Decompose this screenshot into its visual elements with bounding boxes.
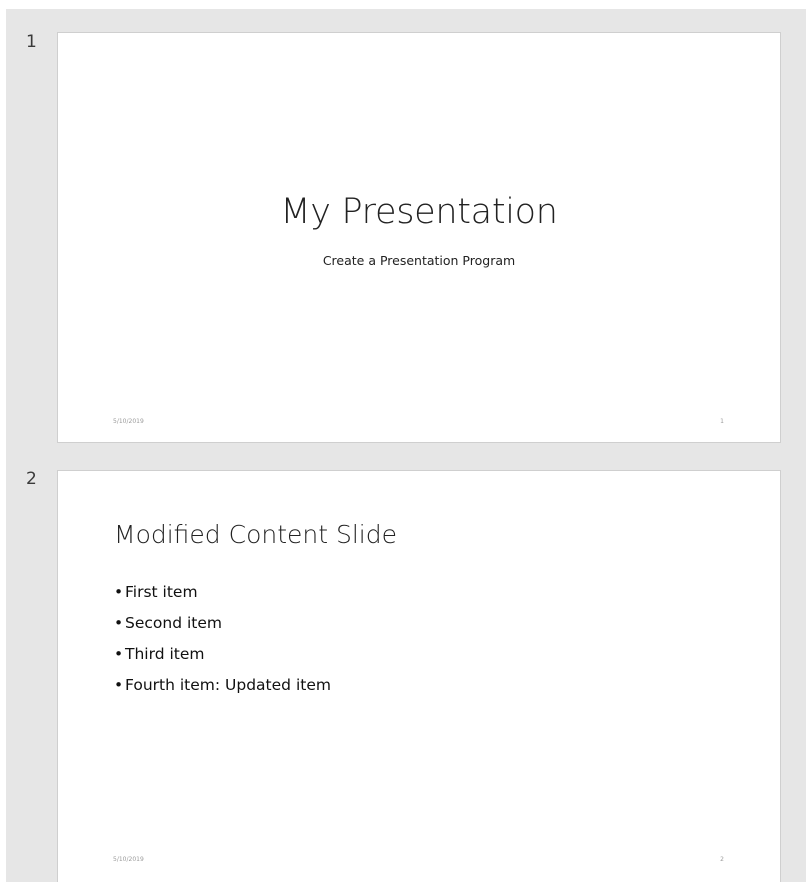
bullet-item-text: First item [125, 583, 198, 601]
bullet-list: • First item • Second item • Third item • Fo… [114, 583, 331, 709]
slide-footer-page-number: 1 [720, 418, 724, 425]
slide-footer-page-number: 2 [720, 856, 724, 863]
slide-number-1: 1 [26, 32, 37, 52]
bullet-item: • Fourth item: Updated item [114, 676, 331, 694]
bullet-item-text: Third item [125, 645, 205, 663]
bullet-item: • Third item [114, 645, 205, 663]
slide-number-2: 2 [26, 469, 37, 489]
bullet-item: • Second item [114, 614, 222, 632]
slide-title: Modified Content Slide [114, 520, 398, 549]
bullet-item-text: Second item [125, 614, 222, 632]
slide-footer-date: 5/10/2019 [113, 418, 144, 425]
bullet-item-text: Fourth item: Updated item [125, 676, 331, 694]
slide-footer-date: 5/10/2019 [113, 856, 144, 863]
slide-thumbnail-2[interactable]: Modified Content Slide • First item • Seco… [57, 470, 781, 882]
bullet-item: • First item [114, 583, 198, 601]
slide-thumbnail-1[interactable]: My Presentation Create a Presentation Pr… [57, 32, 781, 443]
slide-subtitle: Create a Presentation Program [322, 253, 516, 268]
slide-title: My Presentation [280, 192, 558, 232]
